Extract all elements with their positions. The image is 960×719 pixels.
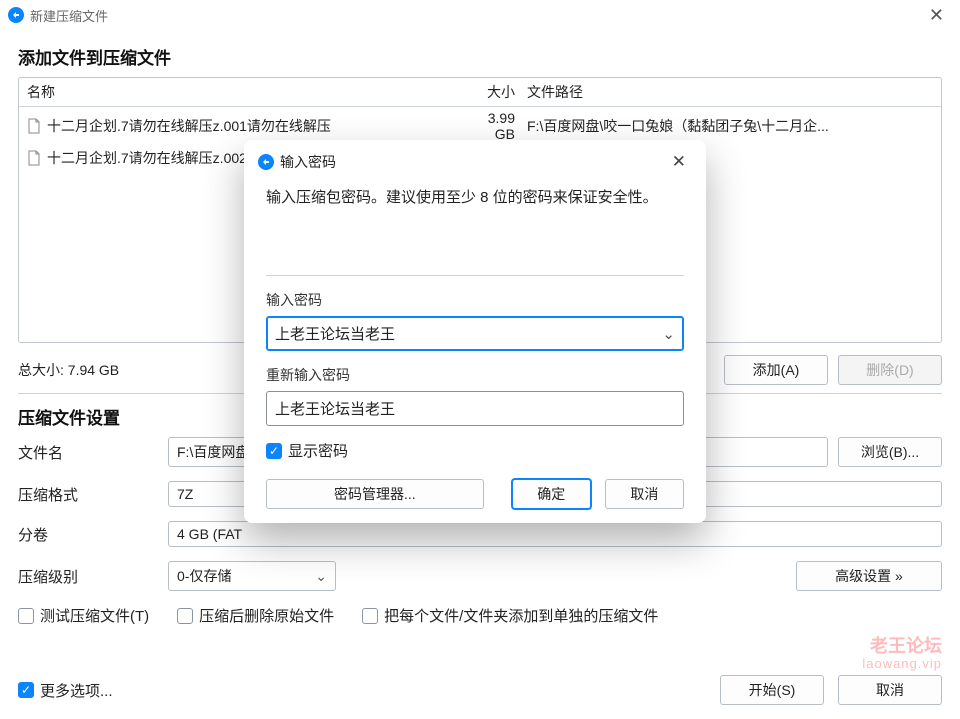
volume-label: 分卷 (18, 524, 168, 545)
confirm-password-input[interactable]: 上老王论坛当老王 (266, 391, 684, 426)
show-password-checkbox[interactable]: 显示密码 (266, 440, 684, 461)
file-icon (27, 150, 43, 166)
password-input[interactable]: 上老王论坛当老王 ⌄ (266, 316, 684, 351)
dialog-title: 输入密码 (280, 152, 336, 172)
checkbox-icon (362, 608, 378, 624)
add-files-heading: 添加文件到压缩文件 (18, 44, 942, 69)
volume-select[interactable]: 4 GB (FAT (168, 521, 942, 547)
format-label: 压缩格式 (18, 484, 168, 505)
checkbox-checked-icon (18, 682, 34, 698)
file-name: 十二月企划.7请勿在线解压z.001请勿在线解压 (47, 116, 467, 136)
divider (266, 275, 684, 276)
checkbox-icon (177, 608, 193, 624)
advanced-button[interactable]: 高级设置 » (796, 561, 942, 591)
col-size[interactable]: 大小 (467, 82, 527, 102)
password-dialog: 输入密码 ✕ 输入压缩包密码。建议使用至少 8 位的密码来保证安全性。 输入密码… (244, 140, 706, 523)
window-close-button[interactable]: ✕ (921, 5, 952, 26)
confirm-password-value: 上老王论坛当老王 (275, 398, 395, 419)
ok-button[interactable]: 确定 (512, 479, 591, 509)
checkbox-icon (18, 608, 34, 624)
browse-button[interactable]: 浏览(B)... (838, 437, 942, 467)
dialog-close-button[interactable]: ✕ (666, 150, 692, 174)
col-path[interactable]: 文件路径 (527, 82, 933, 102)
checkbox-checked-icon (266, 443, 282, 459)
file-size: 3.99 GB (467, 110, 527, 142)
more-options-checkbox[interactable]: 更多选项... (18, 680, 113, 701)
each-separate-checkbox[interactable]: 把每个文件/文件夹添加到单独的压缩文件 (362, 605, 658, 626)
confirm-password-label: 重新输入密码 (266, 365, 684, 385)
chevron-down-icon: ⌄ (315, 568, 327, 585)
password-label: 输入密码 (266, 290, 684, 310)
chevron-down-icon: ⌄ (662, 325, 675, 343)
watermark-line2: laowang.vip (862, 657, 942, 671)
file-path: F:\百度网盘\咬一口兔娘（黏黏团子兔\十二月企... (527, 116, 933, 136)
show-password-label: 显示密码 (288, 440, 348, 461)
window-titlebar: 新建压缩文件 ✕ (0, 0, 960, 30)
watermark-line1: 老王论坛 (862, 637, 942, 657)
window-title: 新建压缩文件 (30, 6, 108, 25)
delete-after-checkbox[interactable]: 压缩后删除原始文件 (177, 605, 334, 626)
level-value: 0-仅存储 (177, 566, 231, 586)
watermark: 老王论坛 laowang.vip (862, 637, 942, 671)
start-button[interactable]: 开始(S) (720, 675, 824, 705)
total-size-label: 总大小: 7.94 GB (18, 360, 119, 380)
app-icon (8, 7, 24, 23)
cancel-button[interactable]: 取消 (838, 675, 942, 705)
level-label: 压缩级别 (18, 566, 168, 587)
delete-after-label: 压缩后删除原始文件 (199, 605, 334, 626)
dialog-hint: 输入压缩包密码。建议使用至少 8 位的密码来保证安全性。 (266, 186, 684, 207)
table-header-row: 名称 大小 文件路径 (19, 78, 941, 107)
dialog-cancel-button[interactable]: 取消 (605, 479, 684, 509)
add-button[interactable]: 添加(A) (724, 355, 828, 385)
password-manager-button[interactable]: 密码管理器... (266, 479, 484, 509)
more-options-label: 更多选项... (40, 680, 113, 701)
delete-button[interactable]: 删除(D) (838, 355, 942, 385)
test-archive-label: 测试压缩文件(T) (40, 605, 149, 626)
filename-label: 文件名 (18, 442, 168, 463)
col-name[interactable]: 名称 (27, 82, 467, 102)
dialog-icon (258, 154, 274, 170)
file-icon (27, 118, 43, 134)
test-archive-checkbox[interactable]: 测试压缩文件(T) (18, 605, 149, 626)
each-separate-label: 把每个文件/文件夹添加到单独的压缩文件 (384, 605, 658, 626)
level-select[interactable]: 0-仅存储 ⌄ (168, 561, 336, 591)
password-value: 上老王论坛当老王 (275, 323, 395, 344)
